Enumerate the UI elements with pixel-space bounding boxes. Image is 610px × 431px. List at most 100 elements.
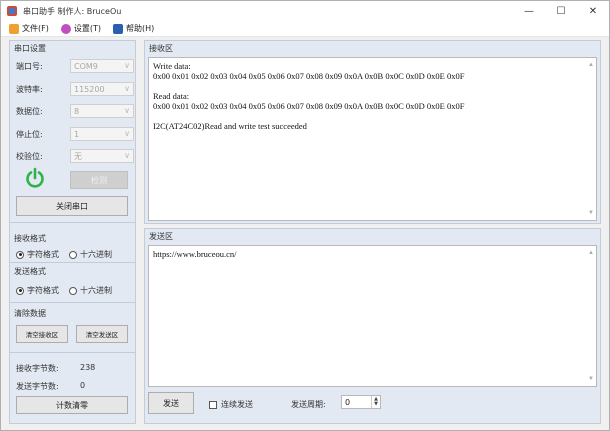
receive-line: 0x00 0x01 0x02 0x03 0x04 0x05 0x06 0x07 …: [153, 71, 465, 81]
baud-select[interactable]: 115200 ∨: [70, 82, 134, 96]
recv-bytes-row: 接收字节数: 238: [16, 363, 95, 374]
receive-line: I2C(AT24C02)Read and write test succeede…: [153, 121, 307, 131]
detect-button[interactable]: 检测: [70, 171, 128, 189]
stepper-down-icon[interactable]: ▼: [374, 402, 378, 407]
stop-bits-label: 停止位:: [16, 129, 43, 139]
stop-bits-select[interactable]: 1 ∨: [70, 127, 134, 141]
send-button[interactable]: 发送: [148, 392, 194, 414]
port-label: 端口号:: [16, 61, 43, 71]
data-bits-select[interactable]: 8 ∨: [70, 104, 134, 118]
serial-settings-group: 串口设置 端口号: COM9 ∨ 波特率: 115200 ∨ 数据位: 8 ∨ …: [10, 41, 135, 223]
window-title: 串口助手 制作人: BruceOu: [23, 6, 122, 16]
send-format-group: 发送格式 字符格式 十六进制: [10, 263, 135, 303]
send-hex-label: 十六进制: [80, 286, 112, 295]
continuous-send-label: 连续发送: [221, 400, 253, 409]
send-controls: 发送 连续发送 发送周期: 0 ▲ ▼: [145, 389, 600, 423]
continuous-send-toggle[interactable]: 连续发送: [209, 399, 253, 410]
baud-value: 115200: [74, 84, 105, 94]
menu-file[interactable]: 文件(F): [9, 23, 49, 34]
recv-hex-radio[interactable]: [69, 250, 77, 259]
menu-settings[interactable]: 设置(T): [60, 23, 101, 34]
chevron-down-icon: ∨: [124, 106, 130, 115]
reset-count-button[interactable]: 计数清零: [16, 396, 128, 414]
send-bytes-label: 发送字节数:: [16, 382, 59, 391]
send-period-value: 0: [345, 397, 351, 407]
recv-char-label: 字符格式: [27, 250, 59, 259]
parity-label: 校验位:: [16, 151, 43, 161]
settings-icon: [60, 23, 71, 34]
menu-help-label: 帮助(H): [125, 24, 155, 33]
send-panel: 发送区 https://www.bruceou.cn/ ▲ ▼ 发送 连续发送 …: [144, 228, 601, 424]
receive-area-title: 接收区: [149, 44, 173, 53]
port-select[interactable]: COM9 ∨: [70, 59, 134, 73]
scroll-down-icon[interactable]: ▼: [588, 208, 594, 218]
stepper-arrows[interactable]: ▲ ▼: [371, 396, 380, 408]
clear-send-button[interactable]: 清空发送区: [76, 325, 128, 343]
receive-line: [153, 111, 592, 121]
clear-data-group: 清除数据 清空接收区 清空发送区: [10, 303, 135, 353]
send-bytes-row: 发送字节数: 0: [16, 381, 85, 392]
receive-line: [153, 81, 592, 91]
scroll-down-icon[interactable]: ▼: [588, 374, 594, 384]
receive-line: Write data:: [153, 61, 191, 71]
menu-settings-label: 设置(T): [73, 24, 101, 33]
power-icon[interactable]: [24, 167, 46, 189]
close-button[interactable]: ✕: [577, 1, 609, 21]
continuous-send-checkbox[interactable]: [209, 400, 217, 409]
serial-settings-title: 串口设置: [14, 44, 46, 53]
receive-textbox[interactable]: Write data: 0x00 0x01 0x02 0x03 0x04 0x0…: [148, 57, 597, 221]
stats-group: 接收字节数: 238 发送字节数: 0 计数清零: [10, 353, 135, 423]
send-textbox[interactable]: https://www.bruceou.cn/ ▲ ▼: [148, 245, 597, 387]
send-format-title: 发送格式: [14, 267, 46, 276]
app-icon: [7, 6, 17, 16]
stop-bits-row: 停止位: 1 ∨: [16, 127, 134, 141]
send-char-radio[interactable]: [16, 286, 24, 295]
clear-receive-button[interactable]: 清空接收区: [16, 325, 68, 343]
recv-hex-label: 十六进制: [80, 250, 112, 259]
receive-line: Read data:: [153, 91, 190, 101]
data-bits-label: 数据位:: [16, 106, 43, 116]
chevron-down-icon: ∨: [124, 151, 130, 160]
port-row: 端口号: COM9 ∨: [16, 59, 134, 73]
send-period-stepper[interactable]: 0 ▲ ▼: [341, 395, 381, 409]
receive-format-group: 接收格式 字符格式 十六进制: [10, 223, 135, 263]
chevron-down-icon: ∨: [124, 129, 130, 138]
send-format-options: 字符格式 十六进制: [16, 285, 122, 296]
clear-data-title: 清除数据: [14, 309, 46, 318]
scroll-up-icon[interactable]: ▲: [588, 248, 594, 258]
send-text: https://www.bruceou.cn/: [153, 249, 237, 259]
left-panel: 串口设置 端口号: COM9 ∨ 波特率: 115200 ∨ 数据位: 8 ∨ …: [9, 40, 136, 424]
send-period-label: 发送周期:: [291, 400, 326, 409]
menu-file-label: 文件(F): [22, 24, 49, 33]
chevron-down-icon: ∨: [124, 61, 130, 70]
data-bits-row: 数据位: 8 ∨: [16, 104, 134, 118]
send-char-label: 字符格式: [27, 286, 59, 295]
parity-select[interactable]: 无 ∨: [70, 149, 134, 163]
baud-label: 波特率:: [16, 84, 43, 94]
send-bytes-value: 0: [80, 381, 86, 390]
recv-bytes-value: 238: [80, 363, 96, 372]
stop-bits-value: 1: [74, 129, 80, 139]
receive-panel: 接收区 Write data: 0x00 0x01 0x02 0x03 0x04…: [144, 40, 601, 224]
close-port-button[interactable]: 关闭串口: [16, 196, 128, 216]
app-window: 串口助手 制作人: BruceOu — ☐ ✕ 文件(F) 设置(T) 帮助(H…: [0, 0, 610, 431]
scroll-up-icon[interactable]: ▲: [588, 60, 594, 70]
maximize-button[interactable]: ☐: [545, 1, 577, 21]
help-icon: [112, 23, 123, 34]
menu-help[interactable]: 帮助(H): [112, 23, 155, 34]
send-area-title: 发送区: [149, 232, 173, 241]
data-bits-value: 8: [74, 106, 80, 116]
receive-format-options: 字符格式 十六进制: [16, 249, 122, 260]
window-controls: — ☐ ✕: [513, 1, 609, 21]
title-bar: 串口助手 制作人: BruceOu — ☐ ✕: [1, 1, 609, 21]
recv-char-radio[interactable]: [16, 250, 24, 259]
menu-bar: 文件(F) 设置(T) 帮助(H): [1, 21, 609, 37]
baud-row: 波特率: 115200 ∨: [16, 82, 134, 96]
send-hex-radio[interactable]: [69, 286, 77, 295]
receive-format-title: 接收格式: [14, 234, 46, 243]
parity-row: 校验位: 无 ∨: [16, 149, 134, 163]
recv-bytes-label: 接收字节数:: [16, 364, 59, 373]
port-value: COM9: [74, 61, 98, 71]
minimize-button[interactable]: —: [513, 1, 545, 21]
parity-value: 无: [74, 151, 82, 161]
